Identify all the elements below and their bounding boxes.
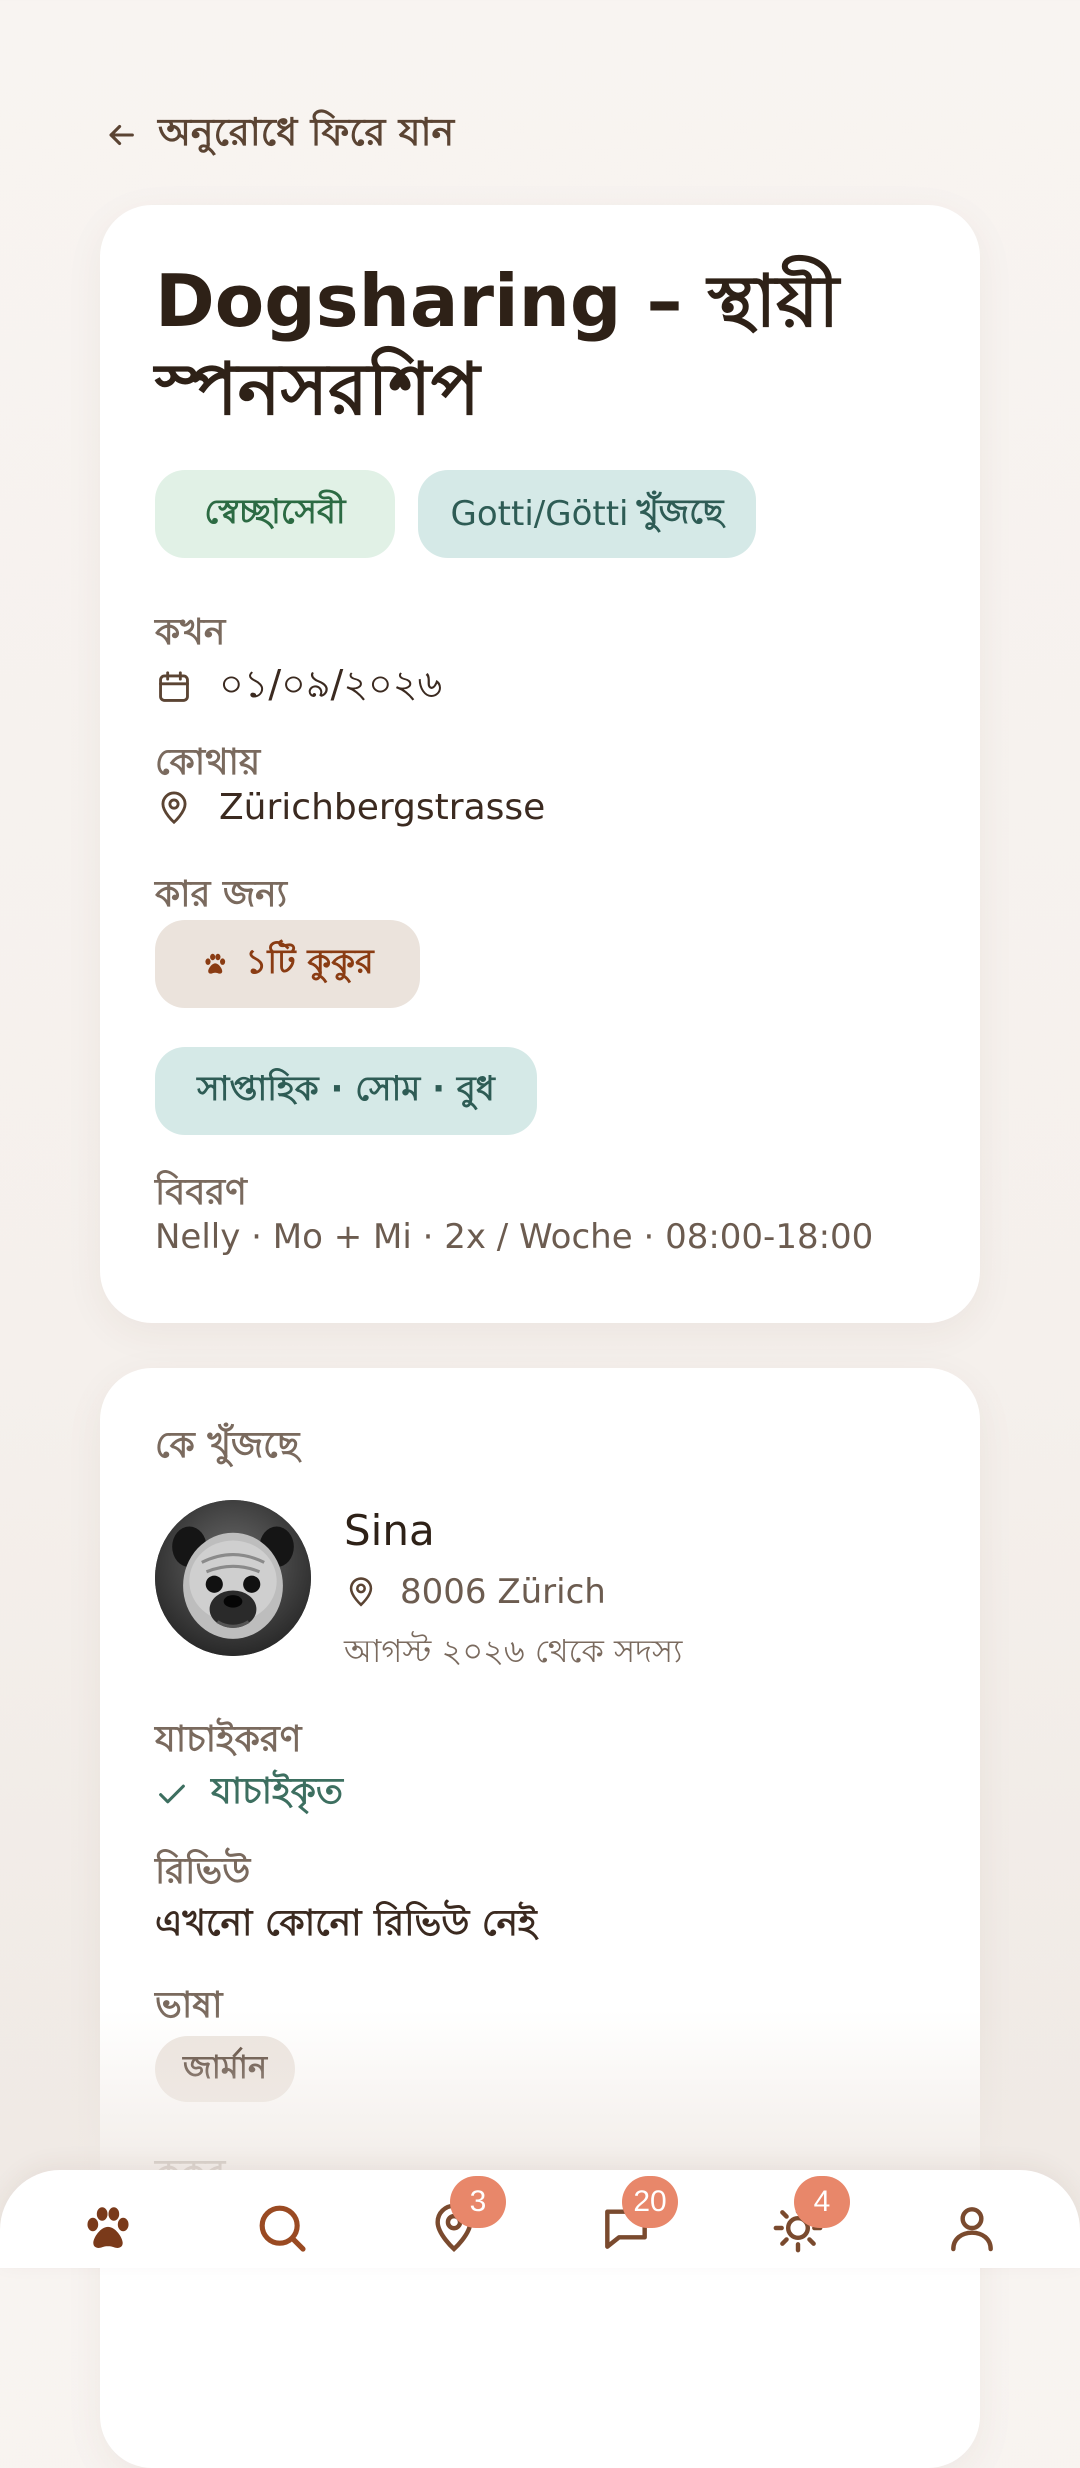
dog-count: ১টি কুকুর [245,941,374,982]
paw-icon [87,2207,129,2248]
date-row: ০১/০৯/২০২৬ [155,655,442,719]
seeking-godparent-chip: Gotti/Götti খুঁজছে [418,470,756,558]
volunteer-chip-label: স্বেচ্ছাসেবী [204,491,346,532]
verification-status: যাচাইকৃত [155,1764,343,1824]
listing-card: Dogsharing – স্থায়ী স্পনসরশিপ স্বেচ্ছাস… [100,205,980,1323]
arrow-left-icon [109,124,134,146]
location-row: Zürichbergstrasse [155,787,545,828]
where-label: কোথায় [155,742,261,783]
language-label: ভাষা [155,1985,223,2026]
messages-badge: 20 [622,2176,678,2228]
owner-location: 8006 Zürich [400,1572,606,1612]
paw-icon [205,953,226,974]
tab-map[interactable]: 3 [424,2176,506,2258]
reviews-label: রিভিউ [155,1851,251,1892]
tab-activity[interactable]: 4 [768,2176,850,2258]
profile-icon [951,2207,993,2252]
check-icon [159,1784,185,1804]
listing-description: Nelly · Mo + Mi · 2x / Woche · 08:00-18:… [155,1217,874,1257]
activity-badge: 4 [794,2176,850,2228]
owner-card: কে খুঁজছে Sina 8006 Zürich আগস্ট ২০২৬ থে… [100,1368,980,2468]
tab-dogs[interactable] [78,2198,138,2258]
tab-profile[interactable] [942,2198,1002,2258]
listing-title: Dogsharing – স্থায়ী স্পনসরশিপ [155,259,840,431]
avatar[interactable] [155,1500,311,1656]
language-chip: জার্মান [155,2036,296,2102]
tab-messages[interactable]: 20 [596,2176,678,2258]
description-label: বিবরণ [155,1172,247,1213]
language-value: জার্মান [183,2048,268,2086]
bottom-tab-bar: 3 20 4 [0,2170,1080,2268]
search-icon [259,2205,306,2252]
tab-search[interactable] [252,2198,312,2258]
for-label: কার জন্য [155,874,288,915]
map-badge: 3 [450,2176,506,2228]
dog-count-chip: ১টি কুকুর [155,920,420,1008]
seeking-suffix: খুঁজছে [636,491,724,532]
volunteer-chip: স্বেচ্ছাসেবী [155,470,395,558]
reviews-empty-text: এখনো কোনো রিভিউ নেই [155,1903,537,1944]
back-label: অনুরোধে ফিরে যান [158,110,455,154]
owner-name[interactable]: Sina [344,1506,435,1555]
calendar-icon [159,671,189,702]
schedule-text: সাপ্তাহিক · সোম · বুধ [197,1068,495,1109]
seeking-prefix: Gotti/Götti [450,494,629,534]
pug-photo [155,1500,311,1656]
owner-location-row: 8006 Zürich [344,1572,606,1612]
map-pin-icon [161,791,187,824]
verification-status-text: যাচাইকৃত [211,1771,343,1812]
seeker-label: কে খুঁজছে [155,1425,300,1466]
map-pin-icon [349,1577,373,1607]
listing-date: ০১/০৯/২০২৬ [219,662,443,706]
verification-label: যাচাইকরণ [155,1719,302,1760]
schedule-chip: সাপ্তাহিক · সোম · বুধ [155,1047,537,1135]
member-since: আগস্ট ২০২৬ থেকে সদস্য [344,1632,683,1670]
back-to-requests-link[interactable]: অনুরোধে ফিরে যান [104,108,454,162]
listing-location: Zürichbergstrasse [219,787,546,828]
